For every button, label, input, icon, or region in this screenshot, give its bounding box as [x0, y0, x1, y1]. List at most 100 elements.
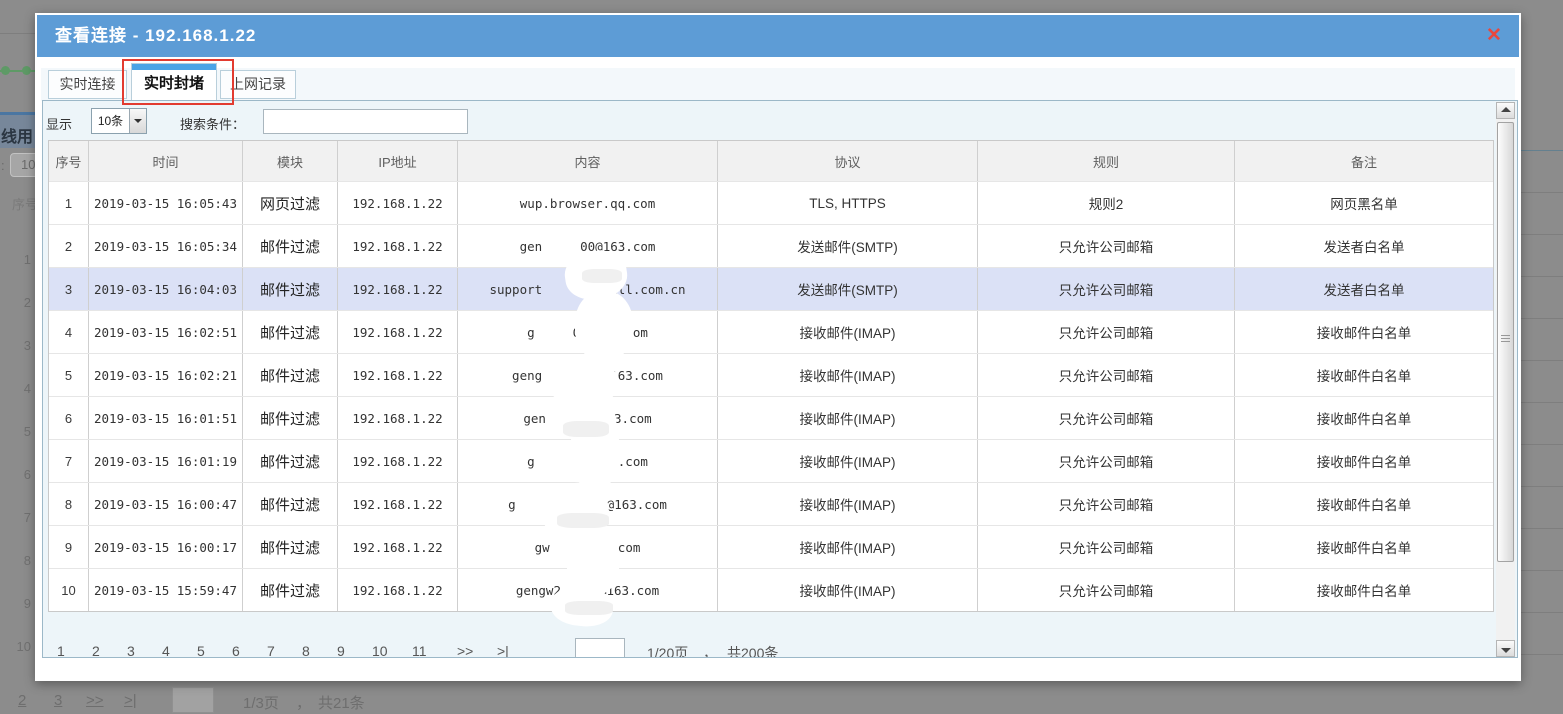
bg-page-link[interactable]: 2 [18, 692, 26, 709]
tab-internet-records[interactable]: 上网记录 [220, 70, 296, 99]
cell-content: gen0@163.com [458, 397, 718, 439]
table-row[interactable]: 42019-03-15 16:02:51邮件过滤192.168.1.22g00@… [49, 310, 1493, 353]
cell-remark: 接收邮件白名单 [1235, 569, 1493, 611]
cell-remark: 接收邮件白名单 [1235, 397, 1493, 439]
page-link-current[interactable]: 1 [57, 643, 65, 658]
last-page-link[interactable]: >| [497, 643, 509, 658]
scrollbar-thumb[interactable] [1497, 122, 1514, 562]
page-link[interactable]: 4 [162, 643, 170, 658]
cell-protocol: 接收邮件(IMAP) [718, 526, 978, 568]
blocking-log-table: 序号时间模块IP地址内容协议规则备注 12019-03-15 16:05:43网… [48, 140, 1494, 612]
cell-protocol: 接收邮件(IMAP) [718, 483, 978, 525]
scroll-up-button[interactable] [1496, 102, 1515, 119]
cell-no: 7 [49, 440, 89, 482]
cell-no: 2 [49, 225, 89, 267]
tab-realtime-connections[interactable]: 实时连接 [48, 70, 127, 99]
cell-no: 5 [49, 354, 89, 396]
cell-module: 邮件过滤 [243, 354, 338, 396]
page-link[interactable]: 11 [412, 643, 427, 658]
cell-module: 邮件过滤 [243, 268, 338, 310]
cell-time: 2019-03-15 16:01:51 [89, 397, 243, 439]
cell-content: gengw2@163.com [458, 569, 718, 611]
page-size-value: 10条 [92, 109, 129, 133]
cell-time: 2019-03-15 15:59:47 [89, 569, 243, 611]
cell-rule: 只允许公司邮箱 [978, 440, 1235, 482]
cell-time: 2019-03-15 16:05:34 [89, 225, 243, 267]
bg-row-number: 2 [24, 295, 31, 310]
page-info: 1/20页 [647, 643, 688, 658]
table-row[interactable]: 52019-03-15 16:02:21邮件过滤192.168.1.22geng… [49, 353, 1493, 396]
chevron-down-icon[interactable] [129, 109, 146, 133]
cell-ip: 192.168.1.22 [338, 526, 458, 568]
table-row[interactable]: 102019-03-15 15:59:47邮件过滤192.168.1.22gen… [49, 568, 1493, 611]
close-icon[interactable]: ✕ [1483, 25, 1505, 47]
page-link[interactable]: 7 [267, 643, 275, 658]
cell-module: 邮件过滤 [243, 440, 338, 482]
bg-row-number: 5 [24, 424, 31, 439]
cell-no: 10 [49, 569, 89, 611]
bg-next-page-link[interactable]: >> [86, 692, 104, 709]
table-row[interactable]: 72019-03-15 16:01:19邮件过滤192.168.1.22g00@… [49, 439, 1493, 482]
page-link[interactable]: 5 [197, 643, 205, 658]
cell-content: g00@163.com [458, 440, 718, 482]
bg-row-number: 7 [24, 510, 31, 525]
scroll-down-button[interactable] [1496, 640, 1515, 657]
header-cell: 模块 [243, 141, 338, 181]
bg-row-number: 3 [24, 338, 31, 353]
cell-remark: 发送者白名单 [1235, 268, 1493, 310]
search-input[interactable] [263, 109, 468, 134]
page-link[interactable]: 9 [337, 643, 345, 658]
page-size-select[interactable]: 10条 [91, 108, 147, 134]
page-link[interactable]: 10 [372, 643, 388, 658]
cell-module: 邮件过滤 [243, 397, 338, 439]
cell-rule: 只允许公司邮箱 [978, 354, 1235, 396]
cell-module: 邮件过滤 [243, 569, 338, 611]
total-info: 共200条 [727, 643, 778, 658]
cell-protocol: 接收邮件(IMAP) [718, 569, 978, 611]
bg-last-page-link[interactable]: >| [124, 692, 137, 709]
cell-time: 2019-03-15 16:05:43 [89, 182, 243, 224]
bg-page-input[interactable] [172, 687, 214, 713]
cell-content: g00@163.com [458, 311, 718, 353]
page-link[interactable]: 3 [127, 643, 135, 658]
header-cell: 序号 [49, 141, 89, 181]
show-label: 显示 [46, 114, 72, 133]
cell-protocol: 接收邮件(IMAP) [718, 354, 978, 396]
bg-total-info: 共21条 [318, 692, 365, 713]
cell-remark: 接收邮件白名单 [1235, 526, 1493, 568]
next-page-link[interactable]: >> [457, 643, 473, 658]
page-link[interactable]: 6 [232, 643, 240, 658]
cell-module: 邮件过滤 [243, 483, 338, 525]
bg-page-link[interactable]: 3 [54, 692, 62, 709]
cell-time: 2019-03-15 16:02:21 [89, 354, 243, 396]
header-cell: 内容 [458, 141, 718, 181]
page-link[interactable]: 2 [92, 643, 100, 658]
cell-remark: 接收邮件白名单 [1235, 483, 1493, 525]
cell-module: 网页过滤 [243, 182, 338, 224]
table-row[interactable]: 82019-03-15 16:00:47邮件过滤192.168.1.22gg0@… [49, 482, 1493, 525]
table-row[interactable]: 92019-03-15 16:00:17邮件过滤192.168.1.22gw16… [49, 525, 1493, 568]
cell-rule: 只允许公司邮箱 [978, 311, 1235, 353]
tab-realtime-blocking[interactable]: 实时封堵 [131, 63, 217, 100]
page-input[interactable] [575, 638, 625, 658]
cell-ip: 192.168.1.22 [338, 182, 458, 224]
bg-row-number: 6 [24, 467, 31, 482]
table-header-row: 序号时间模块IP地址内容协议规则备注 [49, 141, 1493, 181]
search-label: 搜索条件： [180, 114, 245, 133]
thumb-grip-icon [1501, 335, 1510, 343]
table-row[interactable]: 22019-03-15 16:05:34邮件过滤192.168.1.22gen0… [49, 224, 1493, 267]
cell-content: geng000@163.com [458, 354, 718, 396]
cell-ip: 192.168.1.22 [338, 354, 458, 396]
cell-module: 邮件过滤 [243, 225, 338, 267]
bg-row-number: 9 [24, 596, 31, 611]
cell-time: 2019-03-15 16:00:17 [89, 526, 243, 568]
cell-time: 2019-03-15 16:00:47 [89, 483, 243, 525]
table-row[interactable]: 62019-03-15 16:01:51邮件过滤192.168.1.22gen0… [49, 396, 1493, 439]
table-row[interactable]: 12019-03-15 16:05:43网页过滤192.168.1.22wup.… [49, 181, 1493, 224]
cell-ip: 192.168.1.22 [338, 569, 458, 611]
page-link[interactable]: 8 [302, 643, 310, 658]
cell-rule: 只允许公司邮箱 [978, 569, 1235, 611]
cell-rule: 规则2 [978, 182, 1235, 224]
tab-label: 实时封堵 [144, 75, 204, 92]
table-row[interactable]: 32019-03-15 16:04:03邮件过滤192.168.1.22supp… [49, 267, 1493, 310]
